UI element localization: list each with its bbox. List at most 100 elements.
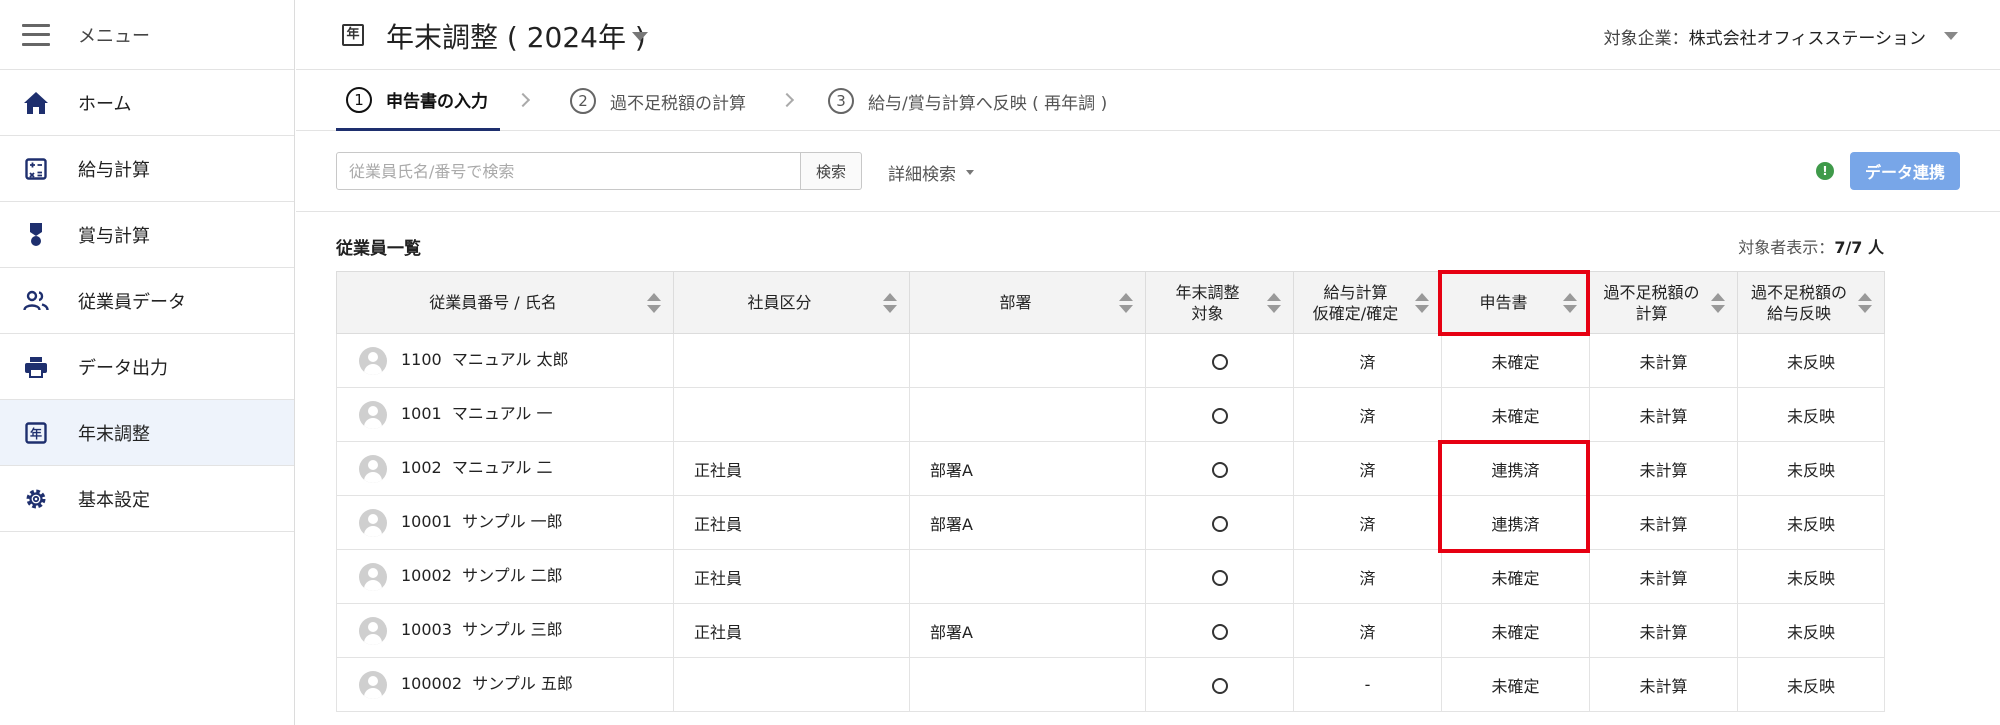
menu-toggle[interactable]: メニュー bbox=[0, 0, 294, 70]
declaration-status-cell[interactable]: 未確定 bbox=[1441, 603, 1590, 658]
sidebar-item-payroll[interactable]: 給与計算 bbox=[0, 136, 294, 202]
circle-mark-icon bbox=[1211, 407, 1228, 424]
payroll-status-cell[interactable]: 済 bbox=[1293, 333, 1442, 388]
alert-icon[interactable]: ! bbox=[1816, 162, 1834, 180]
column-header-tax-reflect[interactable]: 過不足税額の 給与反映 bbox=[1737, 271, 1885, 334]
sidebar-item-export[interactable]: データ出力 bbox=[0, 334, 294, 400]
tab-step-1[interactable]: 1 申告書の入力 bbox=[336, 71, 500, 131]
tax-reflect-status-cell[interactable]: 未反映 bbox=[1737, 387, 1885, 442]
column-header-employee[interactable]: 従業員番号 / 氏名 bbox=[336, 271, 674, 334]
employee-name[interactable]: マニュアル 二 bbox=[452, 458, 553, 477]
tax-calc-status-cell[interactable]: 未計算 bbox=[1589, 603, 1738, 658]
tax-calc-status-cell[interactable]: 未計算 bbox=[1589, 657, 1738, 712]
payroll-status-cell[interactable]: 済 bbox=[1293, 387, 1442, 442]
sort-icon[interactable] bbox=[1711, 292, 1725, 313]
search-button[interactable]: 検索 bbox=[800, 152, 862, 190]
column-header-year-end-target[interactable]: 年末調整 対象 bbox=[1145, 271, 1294, 334]
advanced-search-button[interactable]: 詳細検索 bbox=[888, 160, 956, 185]
count-value: 7/7 人 bbox=[1834, 238, 1884, 257]
sort-icon[interactable] bbox=[647, 292, 661, 313]
table-row[interactable]: 100002 サンプル 五郎 - 未確定 未計算 未反映 bbox=[336, 657, 1885, 712]
employee-cell[interactable]: 1001 マニュアル 一 bbox=[336, 387, 674, 442]
data-sync-button[interactable]: データ連携 bbox=[1850, 152, 1960, 190]
step-number: 3 bbox=[828, 88, 854, 114]
table-row[interactable]: 1002 マニュアル 二 正社員 部署A 済 連携済 未計算 未反映 bbox=[336, 441, 1885, 496]
employee-name[interactable]: サンプル 三郎 bbox=[462, 620, 563, 639]
employee-cell[interactable]: 1002 マニュアル 二 bbox=[336, 441, 674, 496]
column-header-declaration[interactable]: 申告書 bbox=[1441, 271, 1590, 334]
payroll-status-cell[interactable]: 済 bbox=[1293, 441, 1442, 496]
sidebar-item-year-end[interactable]: 年 年末調整 bbox=[0, 400, 294, 466]
declaration-status-cell[interactable]: 未確定 bbox=[1441, 657, 1590, 712]
sidebar-item-employees[interactable]: 従業員データ bbox=[0, 268, 294, 334]
employee-cell[interactable]: 1100 マニュアル 太郎 bbox=[336, 333, 674, 388]
sort-icon[interactable] bbox=[1267, 292, 1281, 313]
tax-reflect-status-cell[interactable]: 未反映 bbox=[1737, 657, 1885, 712]
tax-reflect-status-cell[interactable]: 未反映 bbox=[1737, 549, 1885, 604]
table-row[interactable]: 1001 マニュアル 一 済 未確定 未計算 未反映 bbox=[336, 387, 1885, 442]
target-cell bbox=[1145, 495, 1294, 550]
sort-icon[interactable] bbox=[883, 292, 897, 313]
tax-reflect-status-cell[interactable]: 未反映 bbox=[1737, 603, 1885, 658]
company-name: 株式会社オフィスステーション bbox=[1688, 29, 1926, 49]
employee-cell[interactable]: 10003 サンプル 三郎 bbox=[336, 603, 674, 658]
avatar-icon bbox=[359, 400, 387, 429]
table-row[interactable]: 10002 サンプル 二郎 正社員 済 未確定 未計算 未反映 bbox=[336, 549, 1885, 604]
step-label: 申告書の入力 bbox=[386, 92, 488, 112]
company-chevron-down-icon[interactable] bbox=[1944, 32, 1958, 40]
calendar-year-icon: 年 bbox=[22, 419, 50, 447]
tax-calc-status-cell[interactable]: 未計算 bbox=[1589, 387, 1738, 442]
tax-reflect-status-cell[interactable]: 未反映 bbox=[1737, 333, 1885, 388]
employee-name[interactable]: サンプル 二郎 bbox=[462, 566, 563, 585]
declaration-status-cell[interactable]: 連携済 bbox=[1441, 495, 1590, 550]
employee-name[interactable]: サンプル 一郎 bbox=[462, 512, 563, 531]
sort-icon[interactable] bbox=[1415, 292, 1429, 313]
sort-icon[interactable] bbox=[1563, 292, 1577, 313]
tax-calc-status-cell[interactable]: 未計算 bbox=[1589, 333, 1738, 388]
tax-reflect-status-cell[interactable]: 未反映 bbox=[1737, 441, 1885, 496]
column-header-category[interactable]: 社員区分 bbox=[673, 271, 910, 334]
employee-cell[interactable]: 100002 サンプル 五郎 bbox=[336, 657, 674, 712]
column-header-tax-calc[interactable]: 過不足税額の 計算 bbox=[1589, 271, 1738, 334]
tax-calc-status-cell[interactable]: 未計算 bbox=[1589, 441, 1738, 496]
payroll-status-cell[interactable]: 済 bbox=[1293, 549, 1442, 604]
tax-reflect-status-cell[interactable]: 未反映 bbox=[1737, 495, 1885, 550]
sidebar-item-bonus[interactable]: 賞与計算 bbox=[0, 202, 294, 268]
table-row[interactable]: 10003 サンプル 三郎 正社員 部署A 済 未確定 未計算 未反映 bbox=[336, 603, 1885, 658]
column-header-payroll-status[interactable]: 給与計算 仮確定/確定 bbox=[1293, 271, 1442, 334]
declaration-status-cell[interactable]: 未確定 bbox=[1441, 333, 1590, 388]
column-header-department[interactable]: 部署 bbox=[909, 271, 1146, 334]
declaration-status-cell[interactable]: 未確定 bbox=[1441, 549, 1590, 604]
declaration-status-cell[interactable]: 連携済 bbox=[1441, 441, 1590, 496]
search-toolbar: 検索 詳細検索 ! データ連携 bbox=[296, 132, 2000, 212]
target-count: 対象者表示：7/7 人 bbox=[1738, 234, 1884, 258]
tab-step-2[interactable]: 2 過不足税額の計算 bbox=[570, 71, 746, 131]
table-row[interactable]: 1100 マニュアル 太郎 済 未確定 未計算 未反映 bbox=[336, 333, 1885, 388]
sort-icon[interactable] bbox=[1858, 292, 1872, 313]
company-selector[interactable]: 対象企業：株式会社オフィスステーション bbox=[1604, 24, 1926, 49]
declaration-status-cell[interactable]: 未確定 bbox=[1441, 387, 1590, 442]
employee-name[interactable]: サンプル 五郎 bbox=[472, 674, 573, 693]
employee-cell[interactable]: 10002 サンプル 二郎 bbox=[336, 549, 674, 604]
payroll-status-cell[interactable]: 済 bbox=[1293, 603, 1442, 658]
chevron-down-icon[interactable] bbox=[966, 170, 974, 175]
chevron-right-icon bbox=[515, 92, 531, 108]
year-dropdown-chevron-down-icon[interactable] bbox=[632, 32, 648, 41]
hamburger-icon[interactable] bbox=[22, 23, 50, 46]
employee-name[interactable]: マニュアル 太郎 bbox=[452, 350, 569, 369]
table-row[interactable]: 10001 サンプル 一郎 正社員 部署A 済 連携済 未計算 未反映 bbox=[336, 495, 1885, 550]
target-cell bbox=[1145, 441, 1294, 496]
sidebar-item-settings[interactable]: 基本設定 bbox=[0, 466, 294, 532]
tab-step-3[interactable]: 3 給与/賞与計算へ反映 ( 再年調 ) bbox=[828, 71, 1107, 131]
payroll-status-cell[interactable]: 済 bbox=[1293, 495, 1442, 550]
sidebar-item-home[interactable]: ホーム bbox=[0, 70, 294, 136]
employee-cell[interactable]: 10001 サンプル 一郎 bbox=[336, 495, 674, 550]
sort-icon[interactable] bbox=[1119, 292, 1133, 313]
search-input[interactable] bbox=[336, 152, 801, 190]
employee-id: 1001 bbox=[401, 404, 442, 424]
employee-name[interactable]: マニュアル 一 bbox=[452, 404, 553, 423]
tax-calc-status-cell[interactable]: 未計算 bbox=[1589, 495, 1738, 550]
page-title[interactable]: 年末調整 ( 2024年 ) bbox=[386, 16, 646, 56]
sidebar: メニュー ホーム 給与計算 賞与計算 従業員データ データ出力 年 年末調整 基… bbox=[0, 0, 295, 725]
tax-calc-status-cell[interactable]: 未計算 bbox=[1589, 549, 1738, 604]
